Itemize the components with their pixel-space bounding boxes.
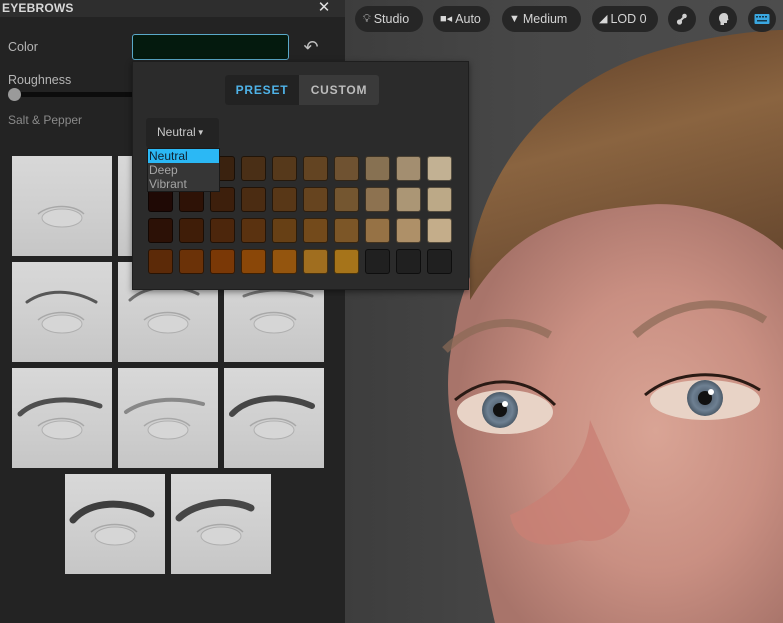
color-label: Color bbox=[8, 40, 38, 54]
panel-header: EYEBROWS ✕ bbox=[0, 0, 345, 17]
eyebrow-preset-thumb[interactable] bbox=[65, 474, 165, 574]
palette-option-neutral[interactable]: Neutral bbox=[148, 149, 219, 163]
keyboard-button[interactable] bbox=[748, 6, 776, 32]
color-swatch[interactable] bbox=[427, 156, 452, 181]
color-swatch[interactable] bbox=[427, 249, 452, 274]
eyebrow-shape bbox=[25, 290, 98, 304]
palette-dropdown-list: Neutral Deep Vibrant bbox=[147, 148, 220, 192]
color-swatch[interactable] bbox=[334, 218, 359, 243]
color-swatch[interactable] bbox=[272, 218, 297, 243]
eyebrow-preset-thumb[interactable] bbox=[12, 368, 112, 468]
color-swatch[interactable] bbox=[365, 156, 390, 181]
color-picker-popup: PRESET CUSTOM Neutral▼ Neutral Deep Vibr… bbox=[132, 61, 469, 290]
color-swatch[interactable] bbox=[303, 187, 328, 212]
palette-option-vibrant[interactable]: Vibrant bbox=[148, 177, 219, 191]
tab-preset[interactable]: PRESET bbox=[225, 75, 299, 105]
bone-icon bbox=[676, 13, 687, 25]
roughness-slider-track[interactable] bbox=[14, 92, 136, 97]
chevron-down-icon: ▼ bbox=[196, 128, 205, 137]
color-swatch[interactable] bbox=[303, 218, 328, 243]
color-swatch[interactable] bbox=[303, 249, 328, 274]
lighting-button[interactable]: 💡︎ Studio bbox=[355, 6, 423, 32]
eyebrow-shape bbox=[242, 288, 314, 298]
color-swatch[interactable] bbox=[241, 218, 266, 243]
color-swatch[interactable] bbox=[241, 249, 266, 274]
color-swatch[interactable] bbox=[272, 156, 297, 181]
panel-title: EYEBROWS bbox=[2, 1, 74, 15]
lod-label: LOD 0 bbox=[610, 12, 647, 26]
eyebrow-shape bbox=[229, 395, 315, 417]
skeleton-button[interactable] bbox=[668, 6, 696, 32]
color-swatch[interactable] bbox=[179, 218, 204, 243]
color-swatch[interactable] bbox=[334, 187, 359, 212]
eyebrow-preset-thumb[interactable] bbox=[12, 156, 112, 256]
roughness-slider-thumb[interactable] bbox=[8, 88, 21, 101]
salt-pepper-label: Salt & Pepper bbox=[8, 113, 83, 127]
app-root: 💡︎ Studio ■◂ Auto ▼ Medium ◢ LOD 0 EYEBR… bbox=[0, 0, 783, 623]
color-swatch[interactable] bbox=[396, 156, 421, 181]
close-icon[interactable]: ✕ bbox=[316, 0, 332, 16]
quality-label: Medium bbox=[522, 12, 568, 26]
undo-icon[interactable]: ↶ bbox=[300, 37, 322, 57]
eyebrow-thumb-image bbox=[69, 500, 155, 546]
color-swatch[interactable] bbox=[396, 218, 421, 243]
palette-dropdown-value: Neutral bbox=[157, 125, 196, 139]
lod-icon: ◢ bbox=[599, 13, 608, 25]
picker-mode-tabs: PRESET CUSTOM bbox=[225, 75, 379, 105]
color-swatch[interactable] bbox=[272, 187, 297, 212]
eyebrow-thumb-image bbox=[124, 397, 205, 440]
eyebrow-thumb-image bbox=[37, 205, 85, 228]
lod-button[interactable]: ◢ LOD 0 bbox=[592, 6, 658, 32]
camera-button[interactable]: ■◂ Auto bbox=[433, 6, 490, 32]
color-swatch[interactable] bbox=[427, 218, 452, 243]
color-swatch[interactable] bbox=[396, 249, 421, 274]
eyebrow-shape bbox=[124, 397, 205, 414]
camera-icon: ■◂ bbox=[440, 13, 453, 25]
eyebrow-shape bbox=[175, 499, 255, 522]
color-swatch[interactable] bbox=[365, 249, 390, 274]
eyebrow-thumb-image bbox=[17, 397, 103, 440]
color-swatch[interactable] bbox=[334, 156, 359, 181]
color-swatch[interactable] bbox=[303, 156, 328, 181]
roughness-label: Roughness bbox=[8, 73, 72, 87]
color-swatch[interactable] bbox=[210, 218, 235, 243]
color-swatch[interactable] bbox=[334, 249, 359, 274]
color-swatch[interactable] bbox=[148, 249, 173, 274]
eyebrow-thumb-image bbox=[25, 290, 98, 334]
eyebrow-preset-thumb[interactable] bbox=[224, 368, 324, 468]
diamond-icon: ▼ bbox=[509, 13, 520, 25]
color-swatch[interactable] bbox=[241, 187, 266, 212]
color-swatch[interactable] bbox=[365, 187, 390, 212]
eyebrow-shape bbox=[17, 397, 103, 417]
color-swatch[interactable] bbox=[272, 249, 297, 274]
color-swatch[interactable] bbox=[396, 187, 421, 212]
head-view-button[interactable] bbox=[709, 6, 737, 32]
color-swatch[interactable] bbox=[210, 249, 235, 274]
palette-dropdown[interactable]: Neutral▼ bbox=[146, 118, 219, 148]
color-swatch[interactable] bbox=[241, 156, 266, 181]
eyebrow-preset-thumb[interactable] bbox=[171, 474, 271, 574]
eyebrow-shape bbox=[69, 500, 155, 524]
color-swatch-field[interactable] bbox=[132, 34, 289, 60]
head-icon bbox=[719, 13, 729, 25]
eyebrow-preset-thumb[interactable] bbox=[118, 368, 218, 468]
camera-label: Auto bbox=[455, 12, 481, 26]
eyebrow-thumb-image bbox=[229, 395, 315, 440]
palette-option-deep[interactable]: Deep bbox=[148, 163, 219, 177]
tab-custom[interactable]: CUSTOM bbox=[299, 75, 379, 105]
color-swatch[interactable] bbox=[427, 187, 452, 212]
lightbulb-icon: 💡︎ bbox=[363, 13, 371, 25]
color-swatch[interactable] bbox=[179, 249, 204, 274]
keyboard-icon bbox=[754, 14, 770, 24]
color-swatch[interactable] bbox=[365, 218, 390, 243]
lighting-label: Studio bbox=[373, 12, 410, 26]
color-swatch[interactable] bbox=[148, 218, 173, 243]
eyebrow-thumb-image bbox=[175, 499, 255, 546]
eyebrow-preset-thumb[interactable] bbox=[12, 262, 112, 362]
quality-button[interactable]: ▼ Medium bbox=[502, 6, 581, 32]
